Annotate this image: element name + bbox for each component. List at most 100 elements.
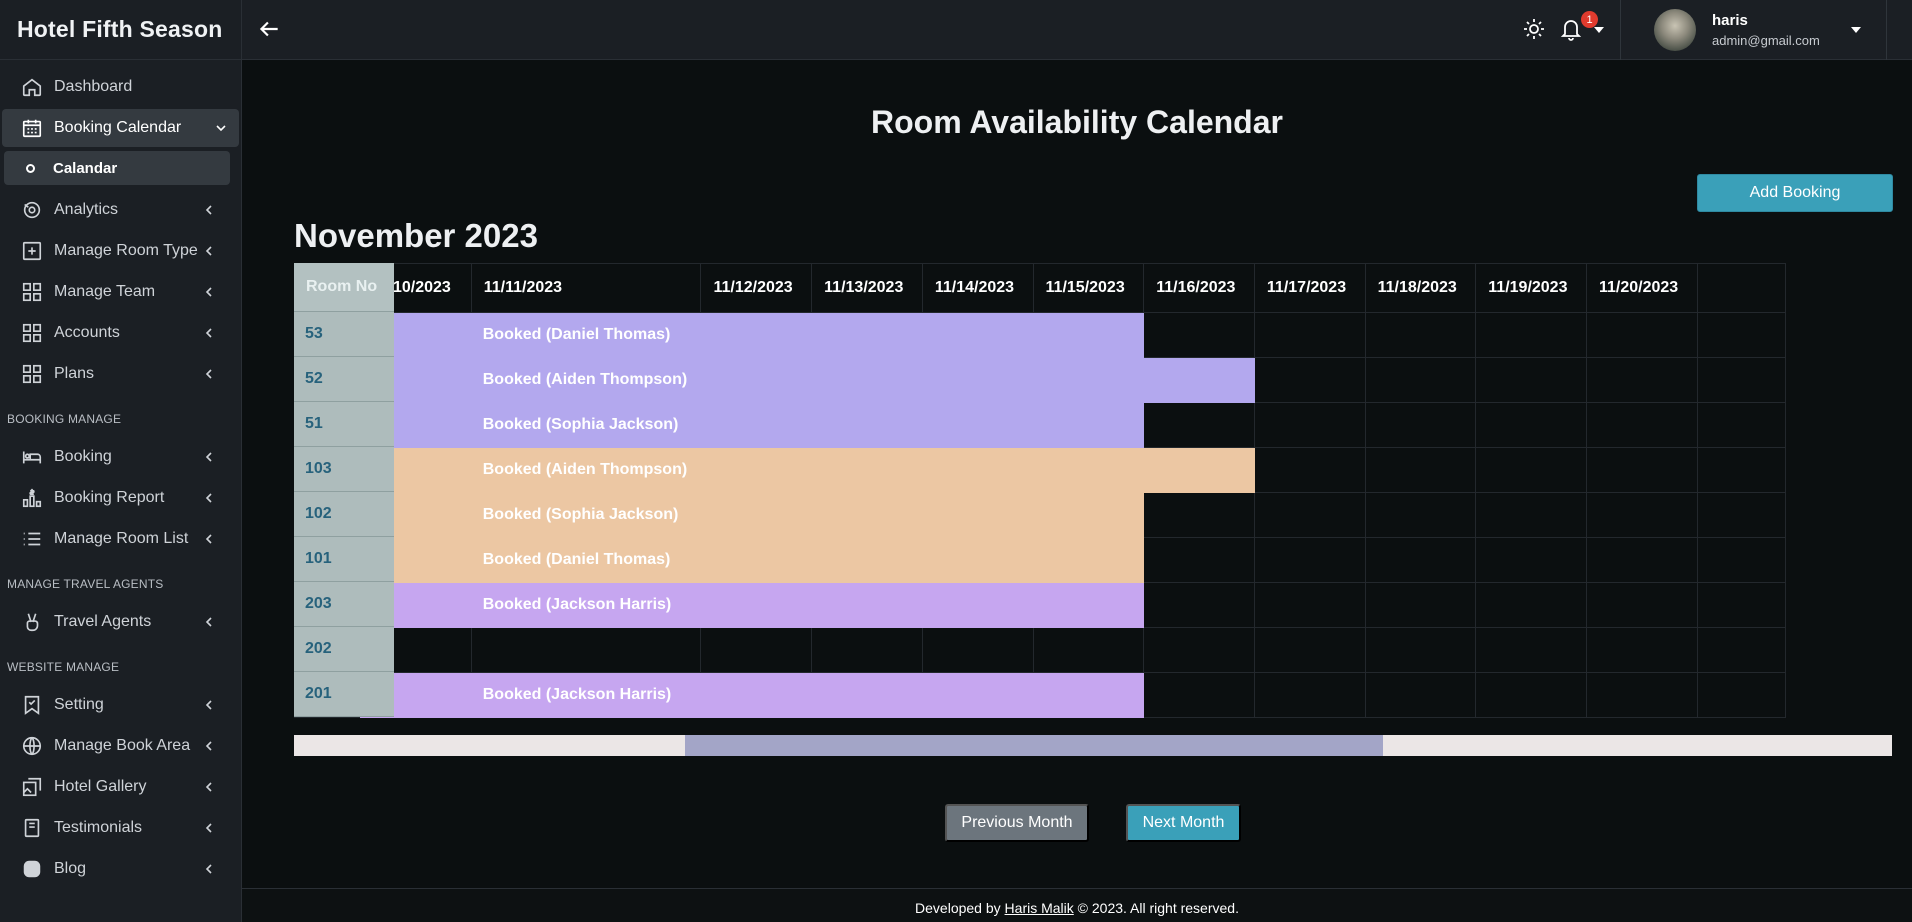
day-cell[interactable] — [700, 357, 813, 403]
sidebar-item-blog[interactable]: Blog — [2, 848, 239, 889]
day-cell[interactable] — [700, 312, 813, 358]
day-cell[interactable] — [1143, 312, 1255, 358]
booking-label[interactable]: Booked (Sophia Jackson) — [472, 416, 679, 433]
day-cell[interactable] — [1475, 402, 1587, 448]
day-cell[interactable] — [700, 492, 813, 538]
day-cell[interactable] — [811, 402, 923, 448]
day-cell[interactable] — [1253, 312, 1366, 358]
day-cell[interactable] — [921, 627, 1034, 673]
day-cell[interactable] — [1696, 492, 1787, 538]
day-cell[interactable] — [811, 312, 923, 358]
day-cell[interactable]: Booked (Jackson Harris) — [470, 672, 702, 718]
arrow-left-icon[interactable] — [256, 16, 282, 42]
room-number[interactable]: 102 — [294, 492, 394, 537]
day-cell[interactable] — [1475, 672, 1587, 718]
avatar[interactable] — [1654, 9, 1696, 51]
day-cell[interactable] — [1143, 357, 1255, 403]
day-cell[interactable] — [811, 672, 923, 718]
day-cell[interactable] — [1143, 447, 1255, 493]
day-cell[interactable] — [1475, 537, 1587, 583]
day-cell[interactable] — [1696, 447, 1787, 493]
room-number[interactable]: 201 — [294, 672, 394, 717]
day-cell[interactable] — [700, 402, 813, 448]
day-cell[interactable] — [1696, 582, 1787, 628]
day-cell[interactable] — [1585, 492, 1698, 538]
sidebar-item-testimonials[interactable]: Testimonials — [2, 807, 239, 848]
day-cell[interactable] — [811, 627, 923, 673]
day-cell[interactable] — [1253, 357, 1366, 403]
day-cell[interactable] — [1585, 357, 1698, 403]
day-cell[interactable] — [470, 627, 702, 673]
day-cell[interactable] — [1696, 357, 1787, 403]
day-cell[interactable] — [1585, 672, 1698, 718]
day-cell[interactable] — [1585, 582, 1698, 628]
room-number[interactable]: 101 — [294, 537, 394, 582]
day-cell[interactable] — [811, 492, 923, 538]
day-cell[interactable] — [1696, 672, 1787, 718]
day-cell[interactable] — [1585, 402, 1698, 448]
day-cell[interactable] — [921, 582, 1034, 628]
day-cell[interactable]: Booked (Sophia Jackson) — [470, 402, 702, 448]
day-cell[interactable] — [1475, 492, 1587, 538]
day-cell[interactable] — [1253, 537, 1366, 583]
room-number[interactable]: 203 — [294, 582, 394, 627]
day-cell[interactable] — [1253, 447, 1366, 493]
room-number[interactable]: 51 — [294, 402, 394, 447]
day-cell[interactable] — [1585, 627, 1698, 673]
booking-label[interactable]: Booked (Aiden Thompson) — [472, 461, 687, 478]
day-cell[interactable] — [1253, 627, 1366, 673]
day-cell[interactable] — [1032, 312, 1145, 358]
day-cell[interactable] — [1143, 537, 1255, 583]
room-number[interactable]: 53 — [294, 312, 394, 357]
day-cell[interactable] — [1143, 582, 1255, 628]
sidebar-item-plans[interactable]: Plans — [2, 353, 239, 394]
day-cell[interactable] — [1475, 312, 1587, 358]
day-cell[interactable] — [921, 357, 1034, 403]
day-cell[interactable] — [1032, 402, 1145, 448]
sidebar-item-manage-room-type[interactable]: Manage Room Type — [2, 230, 239, 271]
day-cell[interactable] — [1585, 537, 1698, 583]
sidebar-item-manage-room-list[interactable]: Manage Room List — [2, 518, 239, 559]
booking-label[interactable]: Booked (Aiden Thompson) — [472, 371, 687, 388]
sidebar-item-analytics[interactable]: Analytics — [2, 189, 239, 230]
sidebar-item-booking-calendar[interactable]: Booking Calendar — [2, 109, 239, 147]
horizontal-scrollbar[interactable] — [294, 735, 1892, 756]
day-cell[interactable] — [1032, 447, 1145, 493]
day-cell[interactable] — [1364, 672, 1477, 718]
day-cell[interactable] — [811, 357, 923, 403]
day-cell[interactable] — [921, 537, 1034, 583]
day-cell[interactable] — [1253, 582, 1366, 628]
day-cell[interactable] — [1696, 312, 1787, 358]
day-cell[interactable] — [1253, 492, 1366, 538]
day-cell[interactable] — [700, 672, 813, 718]
sidebar-item-manage-team[interactable]: Manage Team — [2, 271, 239, 312]
day-cell[interactable]: Booked (Aiden Thompson) — [470, 447, 702, 493]
day-cell[interactable] — [1032, 537, 1145, 583]
add-booking-button[interactable]: Add Booking — [1697, 174, 1893, 212]
day-cell[interactable] — [1475, 627, 1587, 673]
day-cell[interactable]: Booked (Jackson Harris) — [470, 582, 702, 628]
day-cell[interactable] — [1032, 672, 1145, 718]
day-cell[interactable] — [1364, 537, 1477, 583]
day-cell[interactable] — [1143, 492, 1255, 538]
day-cell[interactable] — [1475, 582, 1587, 628]
day-cell[interactable] — [1585, 447, 1698, 493]
caret-down-icon[interactable] — [1594, 26, 1604, 34]
previous-month-button[interactable]: Previous Month — [945, 804, 1089, 842]
day-cell[interactable] — [1253, 672, 1366, 718]
day-cell[interactable]: Booked (Sophia Jackson) — [470, 492, 702, 538]
day-cell[interactable] — [700, 537, 813, 583]
sidebar-item-booking-report[interactable]: Booking Report — [2, 477, 239, 518]
booking-label[interactable]: Booked (Sophia Jackson) — [472, 506, 679, 523]
user-name[interactable]: haris — [1712, 12, 1748, 29]
day-cell[interactable] — [1364, 402, 1477, 448]
day-cell[interactable] — [1696, 402, 1787, 448]
day-cell[interactable] — [1143, 672, 1255, 718]
day-cell[interactable] — [921, 402, 1034, 448]
day-cell[interactable] — [921, 492, 1034, 538]
day-cell[interactable] — [921, 447, 1034, 493]
author-link[interactable]: Haris Malik — [1005, 900, 1074, 916]
day-cell[interactable] — [1143, 402, 1255, 448]
day-cell[interactable] — [921, 672, 1034, 718]
sidebar-item-hotel-gallery[interactable]: Hotel Gallery — [2, 766, 239, 807]
